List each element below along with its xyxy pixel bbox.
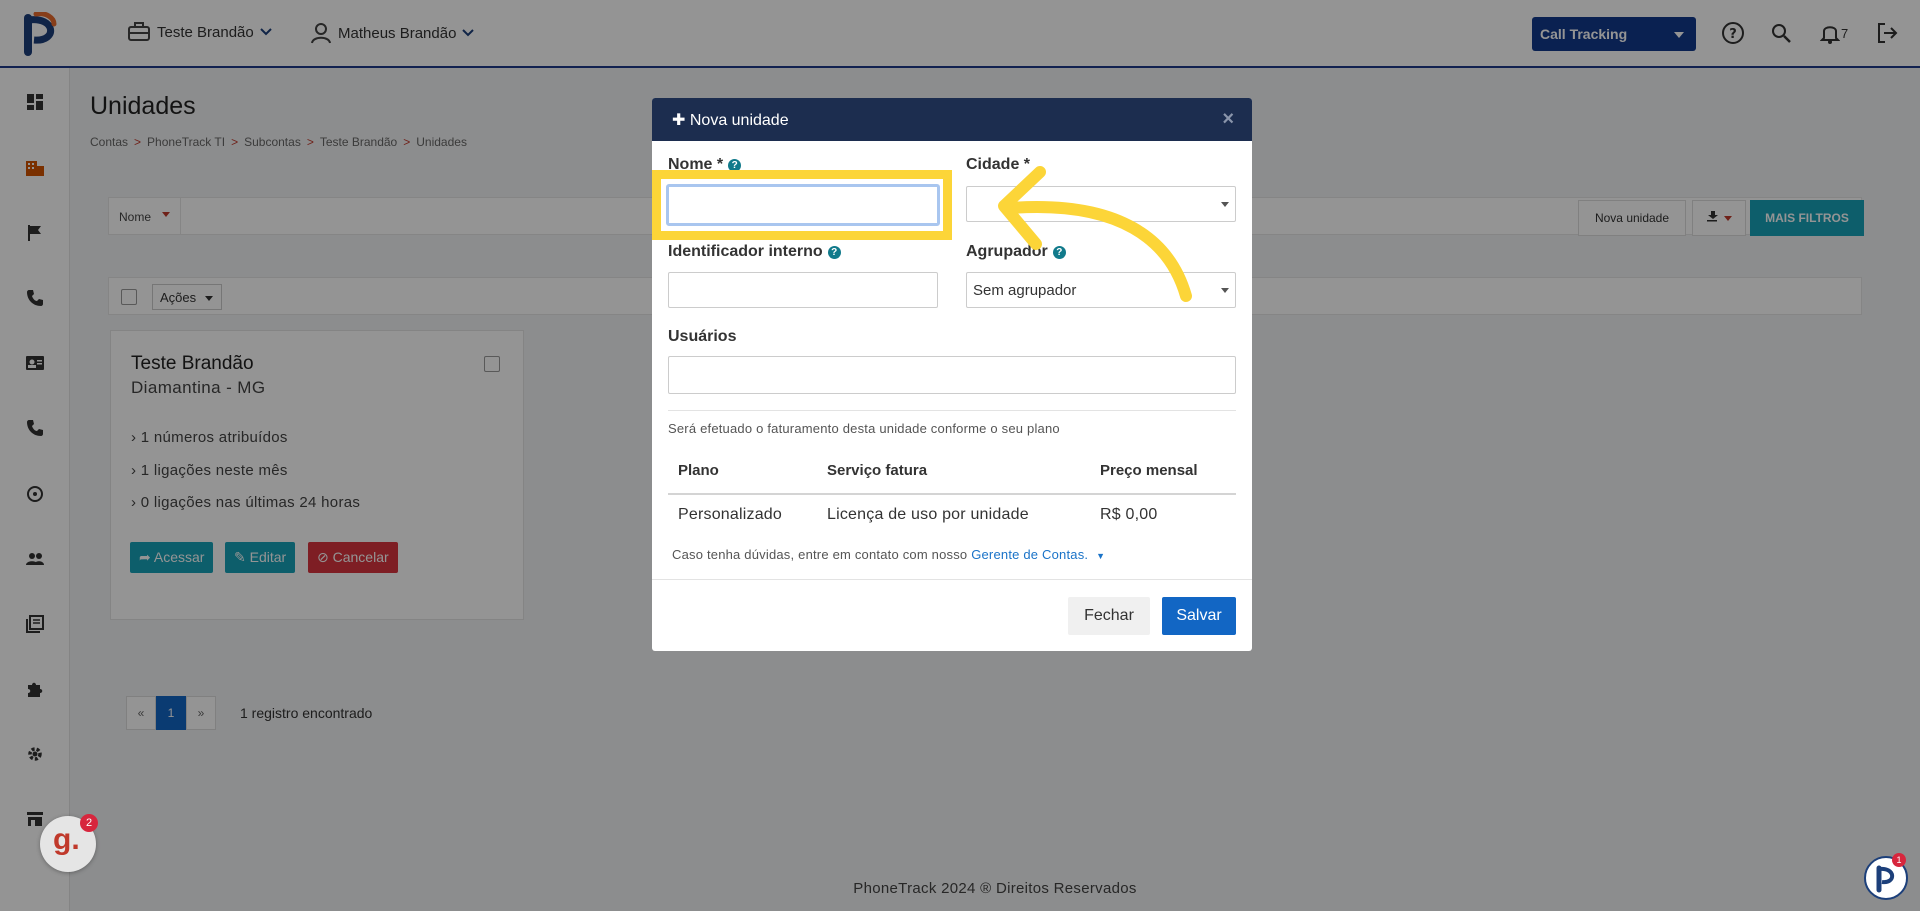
identificador-label-text: Identificador interno <box>668 243 823 260</box>
usuarios-label-text: Usuários <box>668 328 737 345</box>
nome-input[interactable] <box>666 184 940 226</box>
table-header-preco: Preço mensal <box>1100 462 1198 479</box>
support-badge: 1 <box>1892 853 1906 867</box>
usuarios-label: Usuários <box>668 328 736 346</box>
caret-down-icon <box>1221 288 1229 293</box>
table-header-plano: Plano <box>678 462 719 479</box>
fechar-button[interactable]: Fechar <box>1068 597 1150 635</box>
chat-badge: 2 <box>80 814 98 832</box>
modal-header: ✚ Nova unidade × <box>652 98 1252 141</box>
footer-divider <box>652 579 1252 580</box>
help-text-body: Caso tenha dúvidas, entre em contato com… <box>672 547 968 562</box>
identificador-input[interactable] <box>668 272 938 308</box>
gerente-contas-link[interactable]: Gerente de Contas. <box>971 547 1088 562</box>
plus-icon: ✚ <box>672 112 690 129</box>
modal-title: Nova unidade <box>689 112 789 129</box>
identificador-label: Identificador interno ? <box>668 243 841 261</box>
table-header-servico: Serviço fatura <box>827 462 928 479</box>
help-text: Caso tenha dúvidas, entre em contato com… <box>672 547 1105 562</box>
table-divider <box>668 493 1236 495</box>
table-cell-servico: Licença de uso por unidade <box>827 506 1029 523</box>
billing-note: Será efetuado o faturamento desta unidad… <box>668 421 1060 436</box>
caret-down-icon <box>1221 202 1229 207</box>
close-icon[interactable]: × <box>1222 108 1234 131</box>
caret-down-icon: ▼ <box>1096 551 1106 561</box>
salvar-button[interactable]: Salvar <box>1162 597 1236 635</box>
table-cell-plano: Personalizado <box>678 506 782 523</box>
arrow-annotation <box>998 166 1192 302</box>
question-icon[interactable]: ? <box>827 245 841 259</box>
table-cell-preco: R$ 0,00 <box>1100 506 1158 523</box>
divider <box>668 410 1236 411</box>
chat-widget-letter: g. <box>53 823 80 856</box>
usuarios-input[interactable] <box>668 356 1236 394</box>
